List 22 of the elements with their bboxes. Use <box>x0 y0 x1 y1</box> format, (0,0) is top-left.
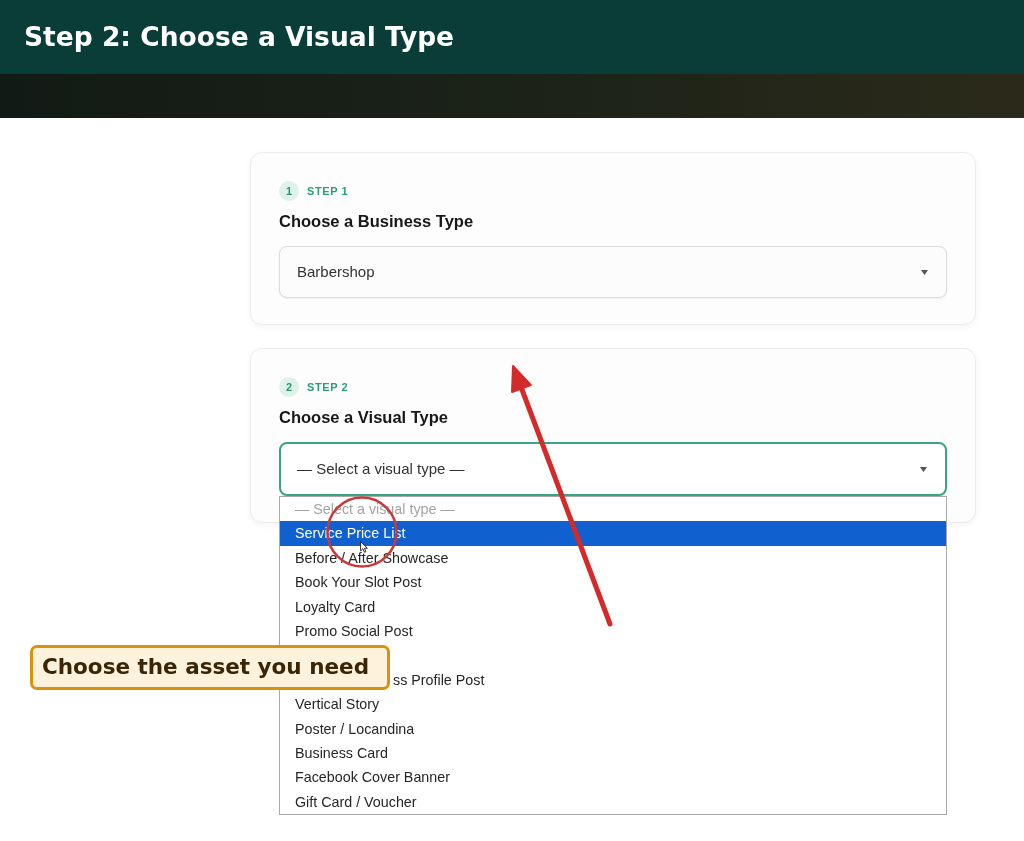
page-title: Step 2: Choose a Visual Type <box>24 21 455 53</box>
dropdown-option[interactable]: ss Profile Post <box>393 667 946 693</box>
dropdown-option[interactable]: Promo Social Post <box>280 618 946 644</box>
dropdown-option[interactable]: Book Your Slot Post <box>280 570 946 595</box>
step-number: 1 <box>279 181 299 201</box>
dropdown-option[interactable]: Poster / Locandina <box>280 716 946 741</box>
step-title: Choose a Visual Type <box>279 407 450 428</box>
select-field[interactable]: Barbershop <box>279 246 947 298</box>
dropdown-option[interactable]: Vertical Story <box>280 692 946 717</box>
dropdown-option[interactable]: Gift Card / Voucher <box>280 789 946 815</box>
callout-label: Choose the asset you need <box>30 645 390 690</box>
dropdown-option[interactable]: Facebook Cover Banner <box>280 765 946 790</box>
step-label: STEP 2 <box>307 379 349 395</box>
dropdown-option[interactable]: Business Card <box>280 740 946 766</box>
caret-icon <box>920 466 927 472</box>
dropdown-option[interactable]: Loyalty Card <box>280 594 946 619</box>
caret-icon <box>921 269 928 275</box>
select-field[interactable]: — Select a visual type — <box>279 442 947 496</box>
step-number: 2 <box>279 377 299 397</box>
cursor-icon <box>360 540 368 553</box>
step-title: Choose a Business Type <box>279 211 475 232</box>
step-label: STEP 1 <box>307 183 349 199</box>
